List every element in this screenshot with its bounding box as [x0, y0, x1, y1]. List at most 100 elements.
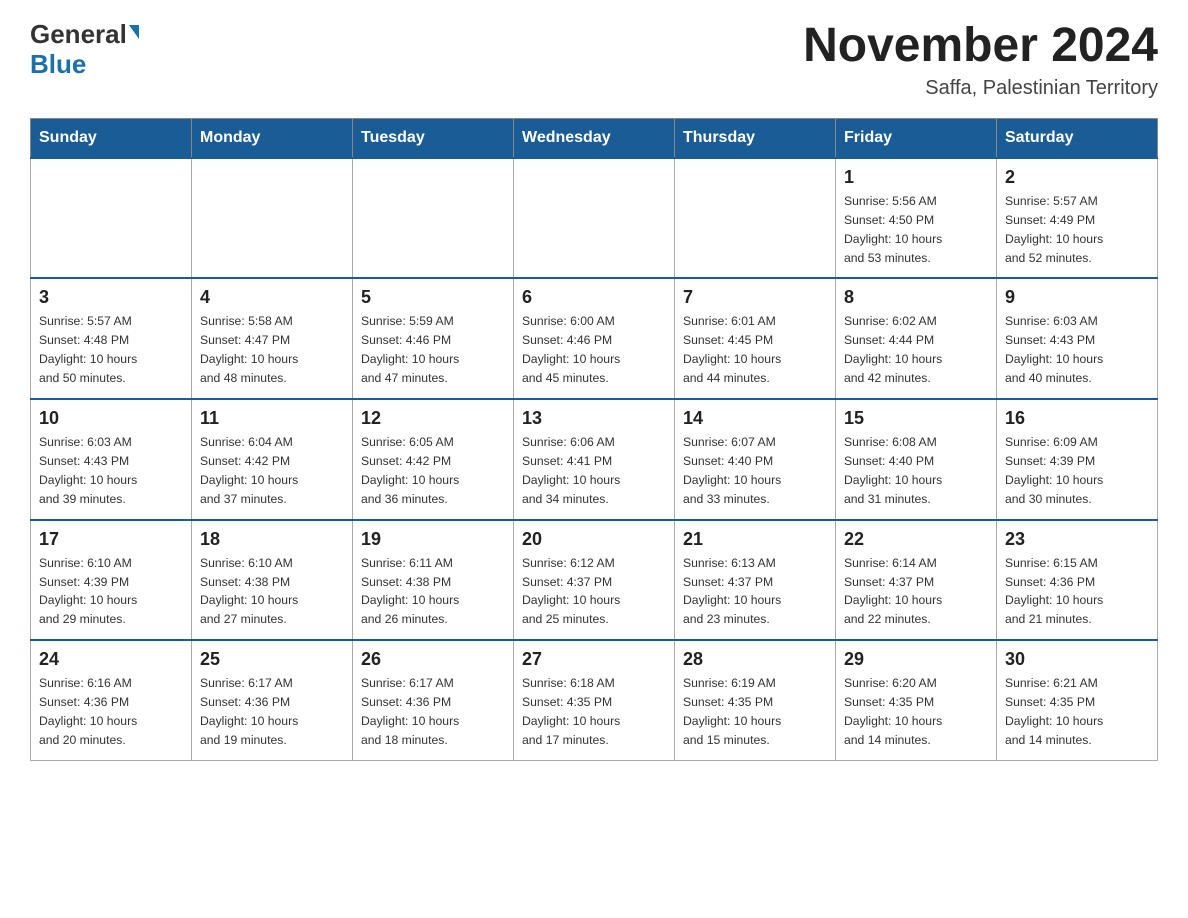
- day-number: 2: [1005, 167, 1149, 188]
- day-info: Sunrise: 6:10 AMSunset: 4:39 PMDaylight:…: [39, 554, 183, 630]
- week-row-1: 1Sunrise: 5:56 AMSunset: 4:50 PMDaylight…: [31, 158, 1158, 279]
- day-info: Sunrise: 6:05 AMSunset: 4:42 PMDaylight:…: [361, 433, 505, 509]
- day-info: Sunrise: 5:56 AMSunset: 4:50 PMDaylight:…: [844, 192, 988, 268]
- day-number: 17: [39, 529, 183, 550]
- day-info: Sunrise: 6:07 AMSunset: 4:40 PMDaylight:…: [683, 433, 827, 509]
- calendar-cell: 11 Sunrise: 6:04 AMSunset: 4:42 PMDayligh…: [192, 399, 353, 520]
- calendar-cell: 13Sunrise: 6:06 AMSunset: 4:41 PMDayligh…: [514, 399, 675, 520]
- day-number: 11: [200, 408, 344, 429]
- week-row-5: 24Sunrise: 6:16 AMSunset: 4:36 PMDayligh…: [31, 640, 1158, 760]
- calendar-cell: 22 Sunrise: 6:14 AMSunset: 4:37 PMDayligh…: [836, 520, 997, 641]
- calendar-cell: 14 Sunrise: 6:07 AMSunset: 4:40 PMDayligh…: [675, 399, 836, 520]
- logo: General: [30, 20, 139, 49]
- calendar-cell: 2 Sunrise: 5:57 AMSunset: 4:49 PMDaylight…: [997, 158, 1158, 279]
- day-number: 4: [200, 287, 344, 308]
- day-info: Sunrise: 6:08 AMSunset: 4:40 PMDaylight:…: [844, 433, 988, 509]
- calendar-cell: [675, 158, 836, 279]
- day-info: Sunrise: 6:14 AMSunset: 4:37 PMDaylight:…: [844, 554, 988, 630]
- day-number: 16: [1005, 408, 1149, 429]
- day-number: 21: [683, 529, 827, 550]
- day-info: Sunrise: 6:10 AMSunset: 4:38 PMDaylight:…: [200, 554, 344, 630]
- calendar-cell: 28Sunrise: 6:19 AMSunset: 4:35 PMDayligh…: [675, 640, 836, 760]
- day-number: 22: [844, 529, 988, 550]
- logo-general: General: [30, 19, 139, 49]
- day-info: Sunrise: 5:58 AMSunset: 4:47 PMDaylight:…: [200, 312, 344, 388]
- calendar-cell: 25Sunrise: 6:17 AMSunset: 4:36 PMDayligh…: [192, 640, 353, 760]
- calendar-cell: 4 Sunrise: 5:58 AMSunset: 4:47 PMDaylight…: [192, 278, 353, 399]
- calendar-cell: 5 Sunrise: 5:59 AMSunset: 4:46 PMDaylight…: [353, 278, 514, 399]
- weekday-header-row: SundayMondayTuesdayWednesdayThursdayFrid…: [31, 118, 1158, 158]
- day-info: Sunrise: 6:21 AMSunset: 4:35 PMDaylight:…: [1005, 674, 1149, 750]
- weekday-header-thursday: Thursday: [675, 118, 836, 158]
- day-number: 20: [522, 529, 666, 550]
- calendar-cell: 9 Sunrise: 6:03 AMSunset: 4:43 PMDaylight…: [997, 278, 1158, 399]
- day-number: 29: [844, 649, 988, 670]
- day-info: Sunrise: 5:59 AMSunset: 4:46 PMDaylight:…: [361, 312, 505, 388]
- calendar-cell: 12Sunrise: 6:05 AMSunset: 4:42 PMDayligh…: [353, 399, 514, 520]
- day-number: 26: [361, 649, 505, 670]
- day-number: 10: [39, 408, 183, 429]
- calendar-cell: [31, 158, 192, 279]
- day-info: Sunrise: 6:01 AMSunset: 4:45 PMDaylight:…: [683, 312, 827, 388]
- day-info: Sunrise: 6:03 AMSunset: 4:43 PMDaylight:…: [1005, 312, 1149, 388]
- day-number: 9: [1005, 287, 1149, 308]
- calendar-subtitle: Saffa, Palestinian Territory: [803, 77, 1158, 100]
- day-number: 3: [39, 287, 183, 308]
- calendar-cell: 19Sunrise: 6:11 AMSunset: 4:38 PMDayligh…: [353, 520, 514, 641]
- day-number: 19: [361, 529, 505, 550]
- day-number: 8: [844, 287, 988, 308]
- calendar-cell: [353, 158, 514, 279]
- day-info: Sunrise: 6:13 AMSunset: 4:37 PMDaylight:…: [683, 554, 827, 630]
- day-info: Sunrise: 5:57 AMSunset: 4:48 PMDaylight:…: [39, 312, 183, 388]
- calendar-cell: 30 Sunrise: 6:21 AMSunset: 4:35 PMDayligh…: [997, 640, 1158, 760]
- weekday-header-saturday: Saturday: [997, 118, 1158, 158]
- weekday-header-tuesday: Tuesday: [353, 118, 514, 158]
- week-row-3: 10 Sunrise: 6:03 AMSunset: 4:43 PMDayligh…: [31, 399, 1158, 520]
- calendar-cell: 20 Sunrise: 6:12 AMSunset: 4:37 PMDayligh…: [514, 520, 675, 641]
- day-number: 13: [522, 408, 666, 429]
- day-number: 14: [683, 408, 827, 429]
- weekday-header-friday: Friday: [836, 118, 997, 158]
- day-number: 18: [200, 529, 344, 550]
- weekday-header-wednesday: Wednesday: [514, 118, 675, 158]
- calendar-cell: 1Sunrise: 5:56 AMSunset: 4:50 PMDaylight…: [836, 158, 997, 279]
- calendar-cell: 10 Sunrise: 6:03 AMSunset: 4:43 PMDayligh…: [31, 399, 192, 520]
- calendar-cell: 15Sunrise: 6:08 AMSunset: 4:40 PMDayligh…: [836, 399, 997, 520]
- day-number: 5: [361, 287, 505, 308]
- weekday-header-monday: Monday: [192, 118, 353, 158]
- day-number: 25: [200, 649, 344, 670]
- day-info: Sunrise: 6:20 AMSunset: 4:35 PMDaylight:…: [844, 674, 988, 750]
- day-info: Sunrise: 5:57 AMSunset: 4:49 PMDaylight:…: [1005, 192, 1149, 268]
- week-row-2: 3 Sunrise: 5:57 AMSunset: 4:48 PMDaylight…: [31, 278, 1158, 399]
- title-area: November 2024 Saffa, Palestinian Territo…: [803, 20, 1158, 100]
- day-info: Sunrise: 6:15 AMSunset: 4:36 PMDaylight:…: [1005, 554, 1149, 630]
- calendar-cell: 17 Sunrise: 6:10 AMSunset: 4:39 PMDayligh…: [31, 520, 192, 641]
- day-number: 30: [1005, 649, 1149, 670]
- day-info: Sunrise: 6:19 AMSunset: 4:35 PMDaylight:…: [683, 674, 827, 750]
- calendar-cell: 21 Sunrise: 6:13 AMSunset: 4:37 PMDayligh…: [675, 520, 836, 641]
- calendar-cell: 16Sunrise: 6:09 AMSunset: 4:39 PMDayligh…: [997, 399, 1158, 520]
- day-info: Sunrise: 6:17 AMSunset: 4:36 PMDaylight:…: [361, 674, 505, 750]
- day-info: Sunrise: 6:03 AMSunset: 4:43 PMDaylight:…: [39, 433, 183, 509]
- logo-blue-line: Blue: [30, 49, 86, 80]
- day-info: Sunrise: 6:04 AMSunset: 4:42 PMDaylight:…: [200, 433, 344, 509]
- day-number: 27: [522, 649, 666, 670]
- calendar-cell: 27 Sunrise: 6:18 AMSunset: 4:35 PMDayligh…: [514, 640, 675, 760]
- day-info: Sunrise: 6:12 AMSunset: 4:37 PMDaylight:…: [522, 554, 666, 630]
- day-number: 6: [522, 287, 666, 308]
- calendar-cell: 7 Sunrise: 6:01 AMSunset: 4:45 PMDaylight…: [675, 278, 836, 399]
- calendar-cell: 23 Sunrise: 6:15 AMSunset: 4:36 PMDayligh…: [997, 520, 1158, 641]
- calendar-cell: [192, 158, 353, 279]
- calendar-cell: 18 Sunrise: 6:10 AMSunset: 4:38 PMDayligh…: [192, 520, 353, 641]
- calendar-cell: 6Sunrise: 6:00 AMSunset: 4:46 PMDaylight…: [514, 278, 675, 399]
- day-info: Sunrise: 6:02 AMSunset: 4:44 PMDaylight:…: [844, 312, 988, 388]
- week-row-4: 17 Sunrise: 6:10 AMSunset: 4:39 PMDayligh…: [31, 520, 1158, 641]
- day-number: 7: [683, 287, 827, 308]
- day-info: Sunrise: 6:16 AMSunset: 4:36 PMDaylight:…: [39, 674, 183, 750]
- header: General Blue November 2024 Saffa, Palest…: [30, 20, 1158, 100]
- logo-blue-text: Blue: [30, 49, 86, 79]
- day-number: 23: [1005, 529, 1149, 550]
- calendar-cell: 3 Sunrise: 5:57 AMSunset: 4:48 PMDaylight…: [31, 278, 192, 399]
- logo-area: General Blue: [30, 20, 139, 80]
- day-info: Sunrise: 6:18 AMSunset: 4:35 PMDaylight:…: [522, 674, 666, 750]
